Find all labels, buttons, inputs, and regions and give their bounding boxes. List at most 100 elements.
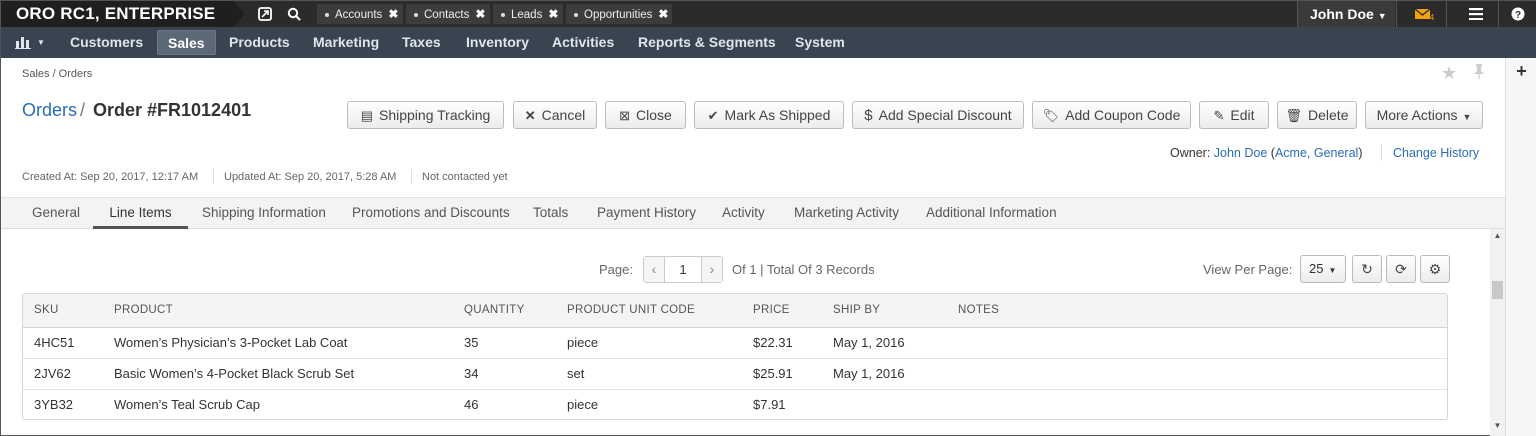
cell-price: $7.91 (753, 397, 786, 413)
table-row[interactable]: 3YB32 Women’s Teal Scrub Cap 46 piece $7… (23, 389, 1447, 419)
contact-status: Not contacted yet (422, 171, 508, 183)
refresh-button[interactable]: ↻ (1352, 255, 1382, 283)
plus-icon[interactable]: + (1506, 61, 1536, 82)
close-button[interactable]: ⊠ Close (605, 101, 686, 129)
tab-totals[interactable]: Totals (533, 198, 568, 229)
page-scrollbar[interactable]: ▲ ▼ (1490, 229, 1505, 436)
pinned-tab-accounts[interactable]: Accounts ✖ (317, 4, 403, 24)
column-header-sku[interactable]: SKU (23, 294, 114, 328)
owner-link[interactable]: John Doe (1214, 146, 1268, 160)
mark-as-shipped-button[interactable]: ✔ Mark As Shipped (694, 101, 844, 129)
tab-marketing-activity[interactable]: Marketing Activity (794, 198, 899, 229)
tab-general[interactable]: General (32, 198, 80, 229)
help-icon[interactable]: ? (1504, 1, 1532, 27)
favorite-star-icon[interactable]: ★ (1441, 63, 1457, 84)
caret-down-icon: ▼ (1377, 11, 1387, 21)
app-title[interactable]: ORO RC1, ENTERPRISE (1, 1, 245, 27)
close-icon[interactable]: ✖ (548, 4, 558, 24)
column-header-price[interactable]: PRICE (753, 294, 833, 328)
menu-sales[interactable]: Sales (157, 30, 216, 55)
divider (213, 169, 214, 184)
menu-reports-segments[interactable]: Reports & Segments (638, 27, 776, 58)
orders-link[interactable]: Orders (22, 100, 77, 121)
column-header-product-unit-code[interactable]: PRODUCT UNIT CODE (567, 294, 753, 328)
prev-page-icon[interactable]: ‹ (644, 257, 664, 282)
menu-customers[interactable]: Customers (70, 27, 143, 58)
table-row[interactable]: 2JV62 Basic Women’s 4-Pocket Black Scrub… (23, 358, 1447, 390)
column-header-product[interactable]: PRODUCT (114, 294, 464, 328)
grid-settings-button[interactable]: ⚙ (1420, 255, 1450, 283)
cell-quantity: 46 (464, 397, 479, 413)
close-box-icon: ⊠ (619, 108, 631, 123)
tab-shipping-information[interactable]: Shipping Information (202, 198, 326, 229)
tab-activity[interactable]: Activity (722, 198, 765, 229)
caret-down-icon: ▼ (1462, 112, 1472, 122)
edit-button[interactable]: ✎ Edit (1199, 101, 1269, 129)
table-row[interactable]: 4HC51 Women’s Physician’s 3-Pocket Lab C… (23, 327, 1447, 359)
delete-button[interactable]: 🗑︎ Delete (1277, 101, 1357, 129)
email-count-badge: 4 (1429, 12, 1435, 22)
cell-sku: 3YB32 (34, 397, 74, 413)
next-page-icon[interactable]: › (702, 257, 722, 282)
reset-icon: ⟳ (1395, 261, 1407, 277)
cell-product: Women’s Teal Scrub Cap (114, 397, 260, 413)
tag-icon: 🏷︎ (1042, 108, 1060, 123)
dollar-icon: $ (864, 107, 873, 124)
menu-inventory[interactable]: Inventory (466, 27, 529, 58)
close-icon[interactable]: ✖ (658, 4, 668, 24)
bullet-icon (414, 12, 418, 17)
shortcuts-icon[interactable] (251, 1, 279, 27)
tab-additional-information[interactable]: Additional Information (926, 198, 1057, 229)
menu-activities[interactable]: Activities (552, 27, 614, 58)
close-icon[interactable]: ✖ (388, 4, 398, 24)
scroll-thumb[interactable] (1492, 281, 1503, 299)
reset-button[interactable]: ⟳ (1386, 255, 1416, 283)
add-coupon-code-button[interactable]: 🏷︎ Add Coupon Code (1032, 101, 1191, 129)
scroll-up-icon[interactable]: ▲ (1490, 231, 1505, 240)
more-actions-button[interactable]: More Actions ▼ (1365, 101, 1483, 129)
column-header-ship-by[interactable]: SHIP BY (833, 294, 958, 328)
dashboard-menu[interactable]: ▼ (15, 27, 45, 58)
shipping-tracking-button[interactable]: ▤ Shipping Tracking (347, 101, 504, 129)
page-number-input[interactable]: 1 (664, 257, 702, 282)
menu-taxes[interactable]: Taxes (402, 27, 441, 58)
close-icon[interactable]: ✖ (475, 4, 485, 24)
created-at: Created At: Sep 20, 2017, 12:17 AM (22, 171, 199, 183)
user-menu[interactable]: John Doe ▼ (1297, 1, 1395, 27)
pinned-tab-leads[interactable]: Leads ✖ (493, 4, 563, 24)
tab-promotions-discounts[interactable]: Promotions and Discounts (352, 198, 510, 229)
cell-sku: 4HC51 (23, 327, 114, 359)
top-bar: ORO RC1, ENTERPRISE Accounts ✖ Contacts ✖ … (1, 1, 1536, 27)
bullet-icon (501, 12, 505, 17)
caret-down-icon: ▼ (1328, 266, 1337, 275)
menu-marketing[interactable]: Marketing (313, 27, 379, 58)
cell-unit-code: set (567, 358, 753, 390)
refresh-icon: ↻ (1361, 261, 1373, 277)
email-notifications-icon[interactable]: 4 (1409, 1, 1439, 27)
pin-icon[interactable] (1473, 63, 1485, 84)
search-icon[interactable] (280, 1, 308, 27)
per-page-select[interactable]: 25 ▼ (1300, 255, 1346, 283)
change-history-link[interactable]: Change History (1393, 146, 1479, 160)
organization-link[interactable]: Acme, General (1275, 146, 1358, 160)
hamburger-menu-icon[interactable] (1462, 1, 1490, 27)
add-special-discount-button[interactable]: $ Add Special Discount (852, 101, 1024, 129)
cancel-button[interactable]: ✕ Cancel (513, 101, 597, 129)
cell-price: $22.31 (753, 327, 833, 359)
tab-line-items[interactable]: Line Items (93, 198, 188, 229)
records-summary: Of 1 | Total Of 3 Records (732, 262, 875, 277)
cell-notes (958, 327, 1447, 359)
column-header-quantity[interactable]: QUANTITY (464, 294, 567, 328)
divider (411, 169, 412, 184)
menu-system[interactable]: System (795, 27, 845, 58)
column-header-notes[interactable]: NOTES (958, 294, 1447, 328)
divider (1446, 1, 1447, 27)
pinned-tab-opportunities[interactable]: Opportunities ✖ (566, 4, 672, 24)
scroll-down-icon[interactable]: ▼ (1490, 421, 1505, 430)
pinned-tab-contacts[interactable]: Contacts ✖ (406, 4, 490, 24)
owner-info: Owner: John Doe (Acme, General) (1170, 146, 1363, 160)
tab-payment-history[interactable]: Payment History (597, 198, 696, 229)
cell-product: Women’s Physician’s 3-Pocket Lab Coat (114, 327, 464, 359)
menu-products[interactable]: Products (229, 27, 290, 58)
cell-ship-by (833, 389, 958, 419)
